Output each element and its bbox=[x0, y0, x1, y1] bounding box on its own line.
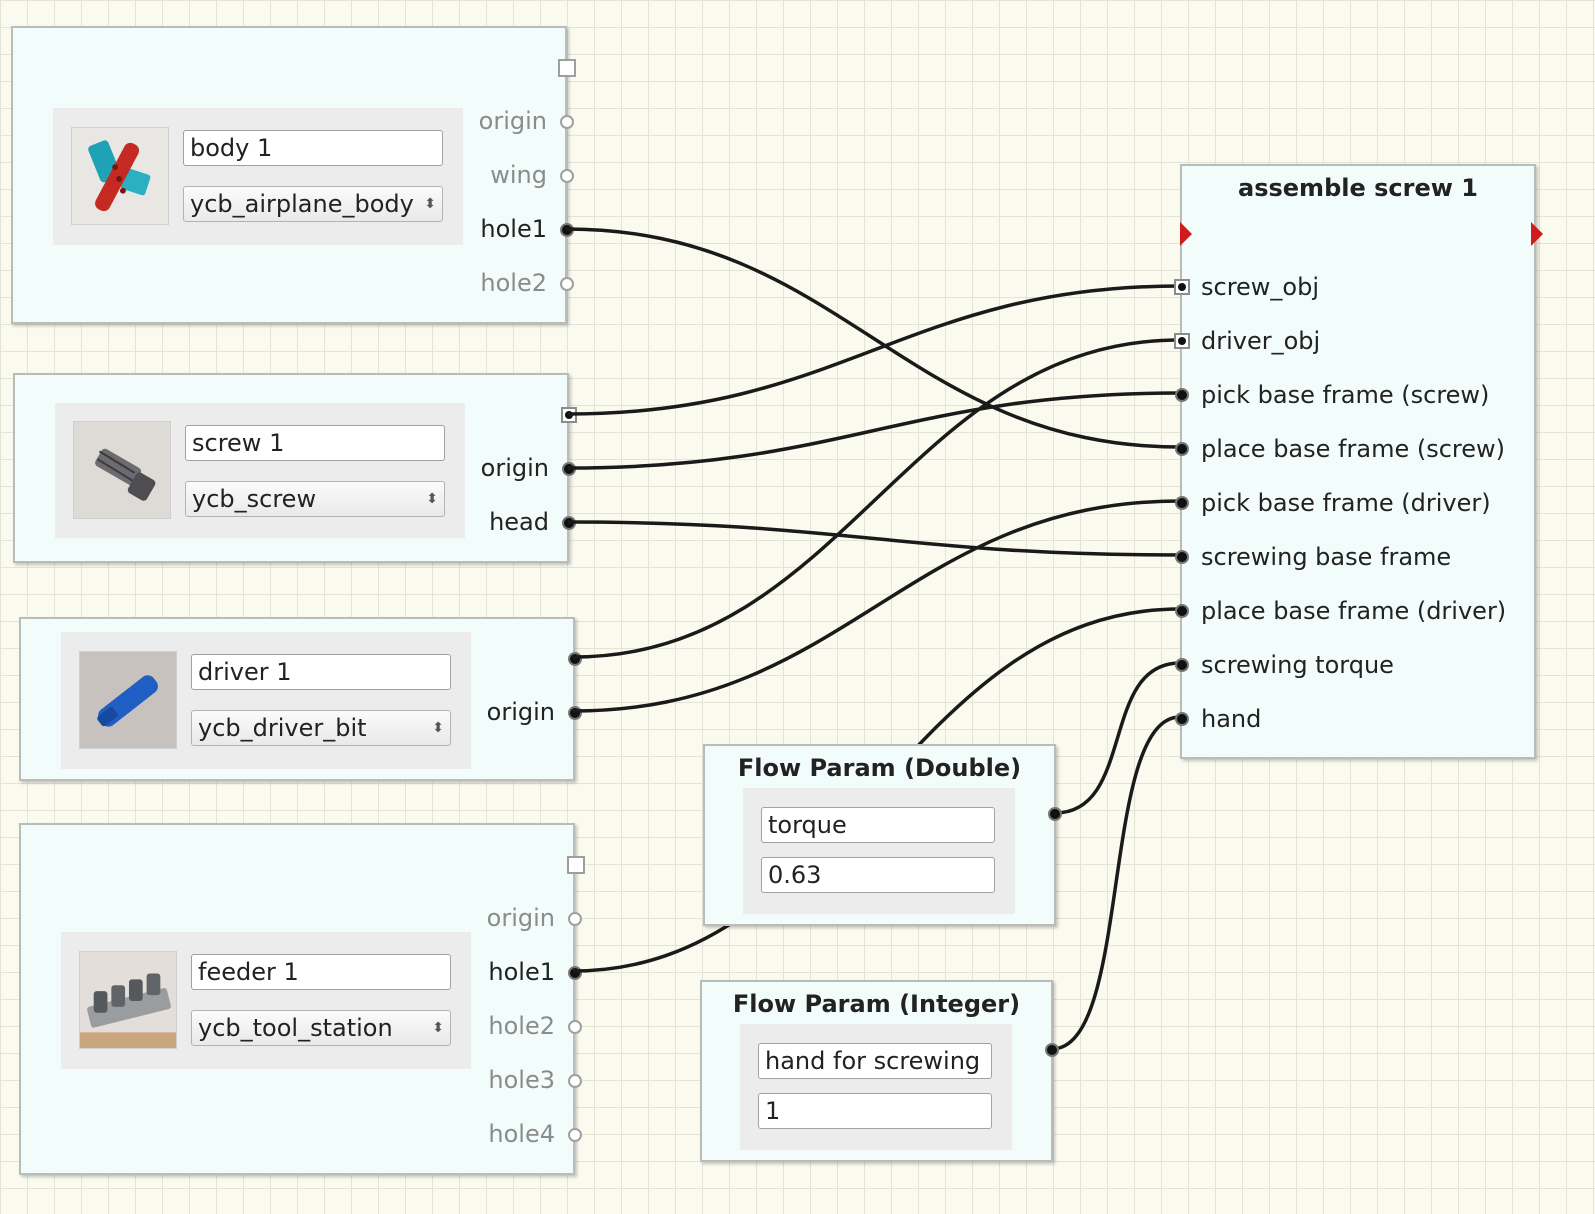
port-origin[interactable] bbox=[568, 706, 582, 720]
assemble-node-title: assemble screw 1 bbox=[1238, 174, 1478, 202]
port-label-hole3: hole3 bbox=[488, 1066, 555, 1094]
wire-torque-to-screwing-torque bbox=[1054, 661, 1181, 815]
input-port-pick-base-frame-screw[interactable] bbox=[1175, 388, 1189, 402]
input-label-screw-obj: screw_obj bbox=[1201, 273, 1320, 301]
object-port[interactable] bbox=[558, 59, 576, 77]
port-label-wing: wing bbox=[490, 161, 547, 189]
input-port-place-base-frame-screw[interactable] bbox=[1175, 442, 1189, 456]
input-label-pick-base-frame-screw: pick base frame (screw) bbox=[1201, 381, 1490, 409]
port-label-hole2: hole2 bbox=[480, 269, 547, 297]
wire-screw-head-to-screwing-frame bbox=[567, 520, 1181, 557]
port-label-hole1: hole1 bbox=[480, 215, 547, 243]
object-type-select[interactable]: ycb_airplane_body ⬍ bbox=[183, 186, 443, 222]
input-port-driver-obj[interactable] bbox=[1174, 333, 1190, 349]
port-hole3[interactable] bbox=[568, 1074, 582, 1088]
port-label-origin: origin bbox=[480, 454, 549, 482]
input-label-hand: hand bbox=[1201, 705, 1262, 733]
port-head[interactable] bbox=[562, 516, 576, 530]
object-port[interactable] bbox=[568, 652, 582, 666]
port-label-hole1: hole1 bbox=[488, 958, 555, 986]
object-name-input[interactable]: body 1 bbox=[183, 130, 443, 166]
object-port[interactable] bbox=[561, 407, 577, 423]
object-name-input[interactable]: driver 1 bbox=[191, 654, 451, 690]
wire-screw-obj-to-screw-obj bbox=[567, 284, 1181, 416]
port-hole1[interactable] bbox=[560, 223, 574, 237]
port-hole2[interactable] bbox=[560, 277, 574, 291]
object-node-driver[interactable]: driver 1 ycb_driver_bit ⬍ origin bbox=[19, 617, 582, 781]
input-label-driver-obj: driver_obj bbox=[1201, 327, 1321, 355]
flow-param-integer-node[interactable]: Flow Param (Integer) hand for screwing 1 bbox=[700, 980, 1059, 1162]
object-port[interactable] bbox=[567, 856, 585, 874]
wire-body-hole1-to-place-screw bbox=[565, 227, 1181, 449]
input-port-hand[interactable] bbox=[1175, 712, 1189, 726]
assemble-node[interactable]: assemble screw 1 screw_obj driver_obj pi… bbox=[1174, 164, 1543, 759]
port-label-hole4: hole4 bbox=[488, 1120, 555, 1148]
flow-out-arrow-icon[interactable] bbox=[1531, 222, 1543, 246]
object-name-input[interactable]: feeder 1 bbox=[191, 954, 451, 990]
wire-screw-origin-to-pick-screw bbox=[567, 391, 1181, 470]
port-hole4[interactable] bbox=[568, 1128, 582, 1142]
object-thumbnail-airplane-body bbox=[71, 127, 169, 225]
flow-in-arrow-icon[interactable] bbox=[1180, 222, 1192, 246]
object-name-input[interactable]: screw 1 bbox=[185, 425, 445, 461]
input-port-place-base-frame-driver[interactable] bbox=[1175, 604, 1189, 618]
input-label-screwing-base-frame: screwing base frame bbox=[1201, 543, 1452, 571]
object-node-screw[interactable]: screw 1 ycb_screw ⬍ origin head bbox=[13, 373, 577, 563]
wire-driver-origin-to-pick-driver bbox=[572, 499, 1181, 713]
object-panel: screw 1 ycb_screw ⬍ bbox=[55, 403, 465, 538]
select-arrows-icon: ⬍ bbox=[426, 491, 438, 507]
object-type-value: ycb_screw bbox=[192, 485, 317, 513]
object-type-value: ycb_driver_bit bbox=[198, 714, 367, 742]
object-thumbnail-driver-bit bbox=[79, 651, 177, 749]
port-wing[interactable] bbox=[560, 169, 574, 183]
port-label-hole2: hole2 bbox=[488, 1012, 555, 1040]
param-panel: torque 0.63 bbox=[743, 788, 1015, 914]
port-label-head: head bbox=[489, 508, 549, 536]
port-label-origin: origin bbox=[486, 698, 555, 726]
port-label-origin: origin bbox=[478, 107, 547, 135]
param-output-port[interactable] bbox=[1048, 807, 1062, 821]
port-hole2[interactable] bbox=[568, 1020, 582, 1034]
flow-param-integer-title: Flow Param (Integer) bbox=[732, 990, 1021, 1018]
object-panel: driver 1 ycb_driver_bit ⬍ bbox=[61, 632, 471, 769]
input-port-screwing-torque[interactable] bbox=[1175, 658, 1189, 672]
object-type-select[interactable]: ycb_screw ⬍ bbox=[185, 481, 445, 517]
param-value-input[interactable]: 0.63 bbox=[761, 857, 995, 893]
input-label-pick-base-frame-driver: pick base frame (driver) bbox=[1201, 489, 1491, 517]
input-port-screwing-base-frame[interactable] bbox=[1175, 550, 1189, 564]
param-panel: hand for screwing 1 bbox=[740, 1024, 1012, 1150]
flow-param-double-node[interactable]: Flow Param (Double) torque 0.63 bbox=[703, 744, 1062, 926]
object-thumbnail-screw bbox=[73, 421, 171, 519]
object-type-value: ycb_tool_station bbox=[198, 1014, 393, 1042]
select-arrows-icon: ⬍ bbox=[432, 1020, 444, 1036]
port-origin[interactable] bbox=[560, 115, 574, 129]
object-panel: body 1 ycb_airplane_body ⬍ bbox=[53, 108, 463, 245]
input-label-place-base-frame-screw: place base frame (screw) bbox=[1201, 435, 1505, 463]
port-label-origin: origin bbox=[486, 904, 555, 932]
wire-driver-obj-to-driver-obj bbox=[572, 338, 1181, 659]
select-arrows-icon: ⬍ bbox=[424, 196, 436, 212]
object-type-select[interactable]: ycb_tool_station ⬍ bbox=[191, 1010, 451, 1046]
input-port-pick-base-frame-driver[interactable] bbox=[1175, 496, 1189, 510]
object-type-select[interactable]: ycb_driver_bit ⬍ bbox=[191, 710, 451, 746]
select-arrows-icon: ⬍ bbox=[432, 720, 444, 736]
object-panel: feeder 1 ycb_tool_station ⬍ bbox=[61, 932, 471, 1069]
input-port-screw-obj[interactable] bbox=[1174, 279, 1190, 295]
wire-hand-to-hand bbox=[1051, 715, 1181, 1051]
param-name-input[interactable]: torque bbox=[761, 807, 995, 843]
object-type-value: ycb_airplane_body bbox=[190, 190, 414, 218]
object-node-body[interactable]: body 1 ycb_airplane_body ⬍ origin wing h… bbox=[11, 26, 576, 324]
port-hole1[interactable] bbox=[568, 966, 582, 980]
param-value-input[interactable]: 1 bbox=[758, 1093, 992, 1129]
input-label-screwing-torque: screwing torque bbox=[1201, 651, 1394, 679]
flow-param-double-title: Flow Param (Double) bbox=[737, 754, 1022, 782]
object-thumbnail-tool-station bbox=[79, 951, 177, 1049]
param-name-input[interactable]: hand for screwing bbox=[758, 1043, 992, 1079]
port-origin[interactable] bbox=[562, 462, 576, 476]
port-origin[interactable] bbox=[568, 912, 582, 926]
input-label-place-base-frame-driver: place base frame (driver) bbox=[1201, 597, 1507, 625]
param-output-port[interactable] bbox=[1045, 1043, 1059, 1057]
object-node-feeder[interactable]: feeder 1 ycb_tool_station ⬍ origin hole1… bbox=[19, 823, 585, 1175]
